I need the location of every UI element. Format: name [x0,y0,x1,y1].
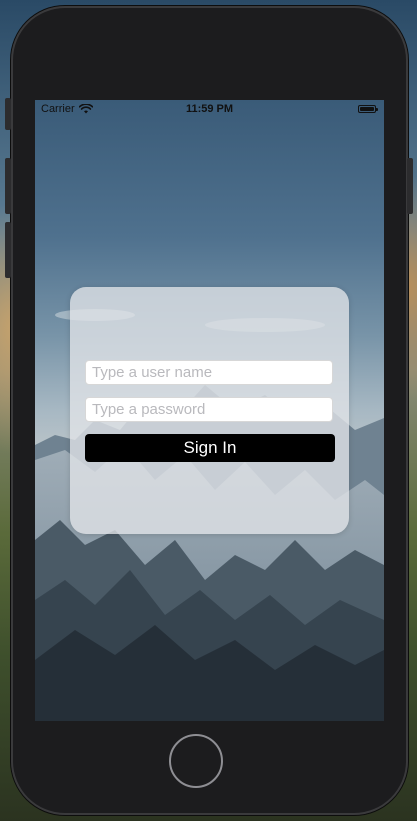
power-button [407,158,413,214]
volume-down-button [5,222,11,278]
sign-in-button[interactable]: Sign In [85,434,335,462]
mute-switch [5,98,11,130]
battery-fill [360,107,374,111]
password-field[interactable] [85,397,333,422]
status-bar: Carrier 11:59 PM [35,100,384,120]
username-field[interactable] [85,360,333,385]
app-screen: Carrier 11:59 PM Sign In [35,100,384,721]
home-button[interactable] [169,734,223,788]
login-card: Sign In [70,287,349,534]
volume-up-button [5,158,11,214]
clock: 11:59 PM [185,103,234,115]
battery-icon [358,105,378,113]
